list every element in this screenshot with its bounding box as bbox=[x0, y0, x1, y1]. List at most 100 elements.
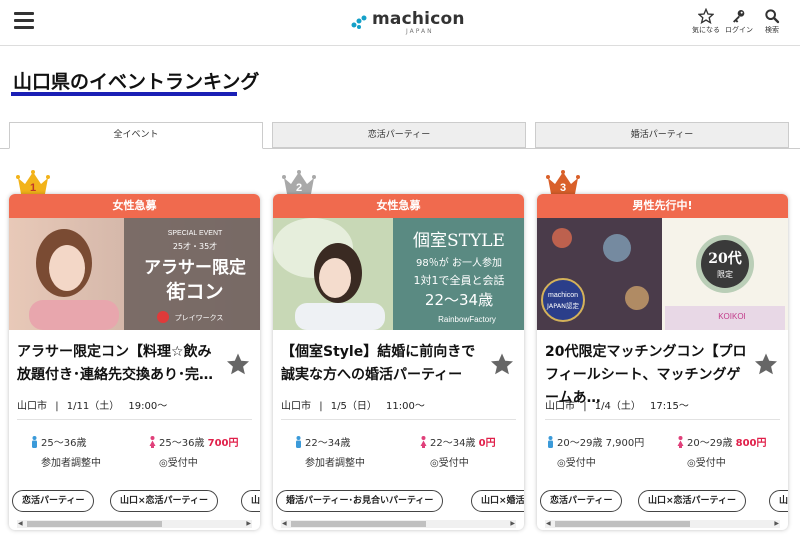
favorite-star-icon[interactable] bbox=[754, 352, 778, 376]
tag-chip[interactable]: 山口×恋活パーティー bbox=[110, 490, 219, 512]
female-icon bbox=[420, 436, 427, 448]
event-location: 山口市 bbox=[281, 401, 311, 412]
scroll-left-icon[interactable]: ◀ bbox=[18, 521, 23, 527]
tag-chip[interactable]: 山 bbox=[241, 490, 260, 512]
tab-marriage-party[interactable]: 婚活パーティー bbox=[535, 122, 789, 148]
image-text-3: 20代 bbox=[708, 250, 741, 267]
image-text-5: RainbowFactory bbox=[438, 315, 496, 324]
tab-all-events[interactable]: 全イベント bbox=[9, 122, 263, 149]
event-meta: 山口市 | 1/4（土） 17:15〜 bbox=[545, 401, 689, 412]
tag-scrollbar[interactable]: ◀ ▶ bbox=[17, 520, 252, 528]
favorite-star-icon[interactable] bbox=[226, 352, 250, 376]
search-button[interactable]: 検索 bbox=[756, 7, 788, 39]
event-meta: 山口市 | 1/11（土） 19:00〜 bbox=[17, 401, 168, 412]
event-image[interactable]: 20代 限定 machicon JAPAN認定 KOIKOI bbox=[537, 218, 788, 330]
image-text-5: プレイワークス bbox=[175, 314, 224, 322]
event-meta: 山口市 | 1/5（日） 11:00〜 bbox=[281, 401, 425, 412]
image-text-2: 25才・35才 bbox=[173, 241, 217, 251]
rank-2-number: 2 bbox=[296, 182, 302, 194]
scroll-right-icon[interactable]: ▶ bbox=[246, 521, 251, 527]
page-title: 山口県のイベントランキング bbox=[13, 71, 260, 93]
status-icon: ◎ bbox=[430, 458, 439, 469]
female-status: 受付中 bbox=[438, 458, 469, 469]
male-info: 22〜34歳 参加者調整中 bbox=[295, 434, 365, 469]
tag-chip[interactable]: 山 bbox=[769, 490, 788, 512]
event-date: 1/5（日） bbox=[330, 401, 377, 412]
event-title[interactable]: 【個室Style】結婚に前向きで誠実な方への婚活パーティー bbox=[281, 341, 486, 387]
image-text-1: machicon bbox=[548, 292, 578, 299]
search-label: 検索 bbox=[765, 26, 779, 34]
tag-chip[interactable]: 恋活パーティー bbox=[540, 490, 623, 512]
star-icon bbox=[698, 8, 714, 24]
male-icon bbox=[548, 436, 553, 448]
scrollbar-thumb[interactable] bbox=[27, 521, 162, 527]
event-time: 11:00〜 bbox=[386, 401, 425, 412]
status-icon: ◎ bbox=[687, 458, 696, 469]
rank-3-number: 3 bbox=[560, 182, 566, 194]
male-info: 25〜36歳 参加者調整中 bbox=[31, 434, 101, 469]
image-text-3: 1対1で全員と会話 bbox=[414, 273, 505, 287]
card-badge: 女性急募 bbox=[9, 194, 260, 218]
site-header: machicon JAPAN 気になる ログイン 検索 bbox=[0, 0, 800, 46]
image-text-4: 22〜34歳 bbox=[425, 291, 493, 309]
event-title[interactable]: アラサー限定コン【料理☆飲み放題付き･連絡先交換あり･完… bbox=[17, 341, 222, 387]
scrollbar-thumb[interactable] bbox=[291, 521, 426, 527]
image-text-4: 街コン bbox=[165, 280, 223, 303]
male-price: 7,900円 bbox=[605, 438, 645, 449]
event-image[interactable]: SPECIAL EVENT 25才・35才 アラサー限定 街コン プレイワークス bbox=[9, 218, 260, 330]
scroll-right-icon[interactable]: ▶ bbox=[774, 521, 779, 527]
image-text-1: 個室STYLE bbox=[413, 231, 505, 251]
login-label: ログイン bbox=[725, 26, 753, 34]
scrollbar-thumb[interactable] bbox=[555, 521, 690, 527]
event-image-graphic: 20代 限定 machicon JAPAN認定 KOIKOI bbox=[537, 218, 788, 330]
female-price: 800円 bbox=[735, 438, 767, 449]
favorites-button[interactable]: 気になる bbox=[690, 7, 722, 39]
male-icon bbox=[32, 436, 37, 448]
scroll-left-icon[interactable]: ◀ bbox=[282, 521, 287, 527]
event-image[interactable]: 個室STYLE 98％が お一人参加 1対1で全員と会話 22〜34歳 Rain… bbox=[273, 218, 524, 330]
male-status: 受付中 bbox=[565, 458, 596, 469]
favorite-star-icon[interactable] bbox=[490, 352, 514, 376]
status-icon: ◎ bbox=[557, 458, 566, 469]
female-info: 20〜29歳 800円 ◎受付中 bbox=[677, 434, 767, 469]
scroll-left-icon[interactable]: ◀ bbox=[546, 521, 551, 527]
event-card[interactable]: 女性急募 SPECIAL EVENT 25才・35才 アラサー限定 街コン プレ… bbox=[9, 194, 260, 530]
tag-scrollbar[interactable]: ◀ ▶ bbox=[545, 520, 780, 528]
male-age: 25〜36歳 bbox=[41, 438, 87, 449]
event-card[interactable]: 女性急募 個室STYLE 98％が お一人参加 1対1で全員と会話 22〜34歳… bbox=[273, 194, 524, 530]
tab-love-party[interactable]: 恋活パーティー bbox=[272, 122, 526, 148]
rank-1-crown-icon: 1 bbox=[16, 170, 50, 194]
login-button[interactable]: ログイン bbox=[723, 7, 755, 39]
event-card[interactable]: 男性先行中! 20代 限定 machicon JAPAN認定 KOIKOI 20… bbox=[537, 194, 788, 530]
logo-subtext: JAPAN bbox=[406, 28, 434, 35]
image-text-2: 98％が お一人参加 bbox=[416, 256, 502, 269]
event-location: 山口市 bbox=[17, 401, 47, 412]
card-badge: 男性先行中! bbox=[537, 194, 788, 218]
tag-chip[interactable]: 婚活パーティー･お見合いパーティー bbox=[276, 490, 444, 512]
menu-icon[interactable] bbox=[14, 12, 34, 30]
card-divider bbox=[281, 419, 516, 420]
image-text-5: KOIKOI bbox=[718, 312, 746, 321]
scroll-right-icon[interactable]: ▶ bbox=[510, 521, 515, 527]
female-price: 700円 bbox=[207, 438, 239, 449]
male-status: 参加者調整中 bbox=[305, 458, 365, 469]
logo-text: machicon bbox=[372, 9, 465, 29]
image-text-2: JAPAN認定 bbox=[546, 301, 580, 310]
tag-chip[interactable]: 山口×婚活 bbox=[471, 490, 524, 512]
female-price: 0円 bbox=[478, 438, 496, 449]
status-icon: ◎ bbox=[159, 458, 168, 469]
event-image-graphic: SPECIAL EVENT 25才・35才 アラサー限定 街コン プレイワークス bbox=[9, 218, 260, 330]
tag-chip[interactable]: 恋活パーティー bbox=[12, 490, 95, 512]
female-age: 25〜36歳 bbox=[159, 438, 205, 449]
card-divider bbox=[545, 419, 780, 420]
logo-mark-icon bbox=[351, 15, 367, 29]
tag-chip[interactable]: 山口×恋活パーティー bbox=[638, 490, 747, 512]
male-status: 参加者調整中 bbox=[41, 458, 101, 469]
favorites-label: 気になる bbox=[692, 26, 720, 34]
image-text-3: アラサー限定 bbox=[144, 257, 246, 278]
tag-scrollbar[interactable]: ◀ ▶ bbox=[281, 520, 516, 528]
image-text-4: 限定 bbox=[717, 269, 733, 279]
key-icon bbox=[733, 10, 745, 23]
female-age: 20〜29歳 bbox=[687, 438, 733, 449]
event-time: 17:15〜 bbox=[650, 401, 689, 412]
